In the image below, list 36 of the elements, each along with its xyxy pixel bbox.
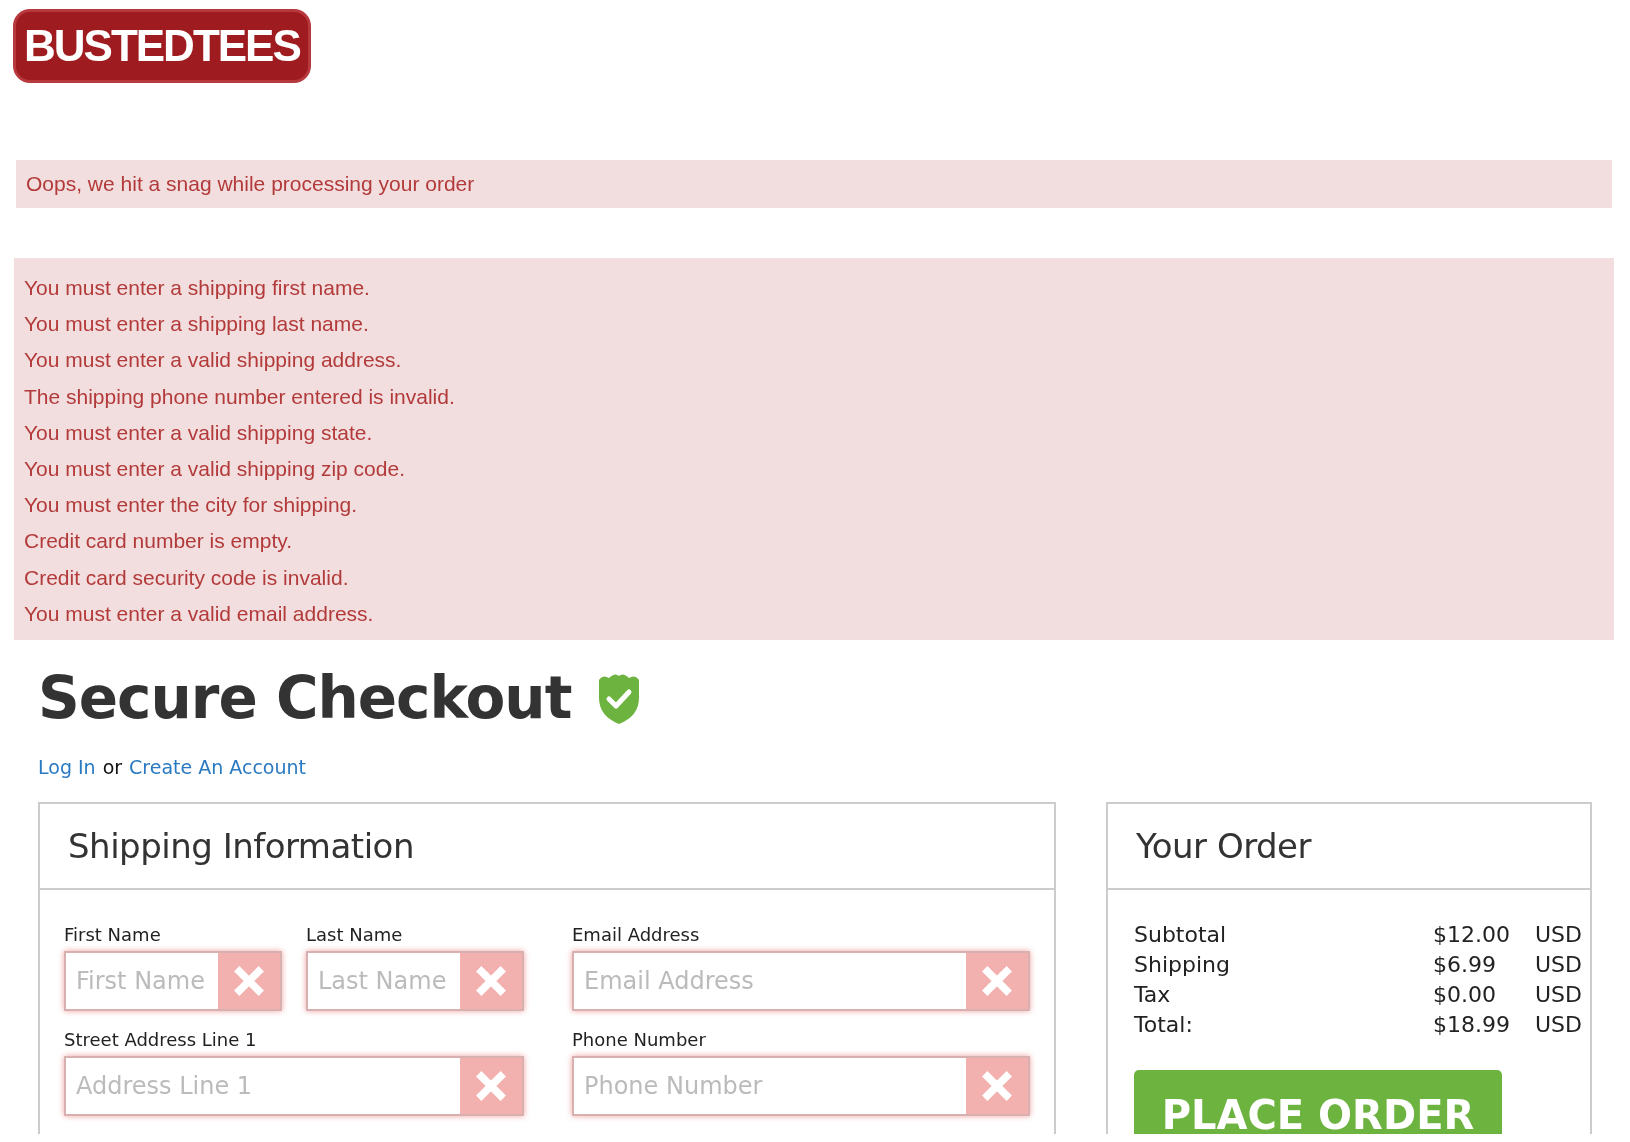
alert-message: Oops, we hit a snag while processing your order — [16, 160, 1612, 208]
summary-label: Shipping — [1134, 951, 1231, 980]
login-link[interactable]: Log In — [38, 756, 96, 779]
field-label: Last Name — [306, 924, 404, 946]
create-account-link[interactable]: Create An Account — [129, 756, 307, 779]
summary-label: Subtotal — [1134, 921, 1228, 950]
currency-label: USD — [1534, 1011, 1582, 1040]
error-message: You must enter a valid shipping zip code. — [24, 456, 406, 482]
currency-label: USD — [1534, 981, 1582, 1010]
currency-label: USD — [1534, 951, 1582, 980]
panel-title: Shipping Information — [68, 826, 414, 867]
separator-text: or — [102, 756, 123, 779]
error-message: You must enter a shipping first name. — [24, 275, 371, 301]
summary-amount: $0.00 — [1433, 981, 1497, 1010]
field-label: Email Address — [572, 924, 701, 946]
field-label: Street Address Line 1 — [64, 1029, 258, 1051]
error-message: You must enter a shipping last name. — [24, 311, 370, 338]
error-message: Credit card security code is invalid. — [24, 564, 350, 591]
field-label: Phone Number — [572, 1029, 707, 1051]
summary-label: Total: — [1134, 1011, 1194, 1040]
panel-title: Your Order — [1136, 826, 1311, 867]
currency-label: USD — [1534, 921, 1582, 950]
error-message: The shipping phone number entered is invalid. — [24, 383, 456, 410]
field-label: First Name — [64, 924, 162, 946]
error-message: You must enter the city for shipping. — [24, 492, 359, 519]
summary-label: Tax — [1134, 981, 1172, 1010]
error-message: You must enter a valid email address. — [24, 600, 375, 627]
summary-amount: $12.00 — [1433, 921, 1510, 950]
summary-amount: $18.99 — [1433, 1011, 1510, 1040]
page-title: Secure Checkout — [38, 664, 572, 733]
summary-amount: $6.99 — [1433, 951, 1497, 980]
error-message: Credit card number is empty. — [24, 528, 294, 555]
place-order-button[interactable]: PLACE ORDER — [1134, 1070, 1502, 1135]
error-message: You must enter a valid shipping address. — [24, 347, 403, 374]
error-message: You must enter a valid shipping state. — [24, 419, 374, 446]
logo[interactable]: BUSTEDTEES — [16, 12, 308, 80]
